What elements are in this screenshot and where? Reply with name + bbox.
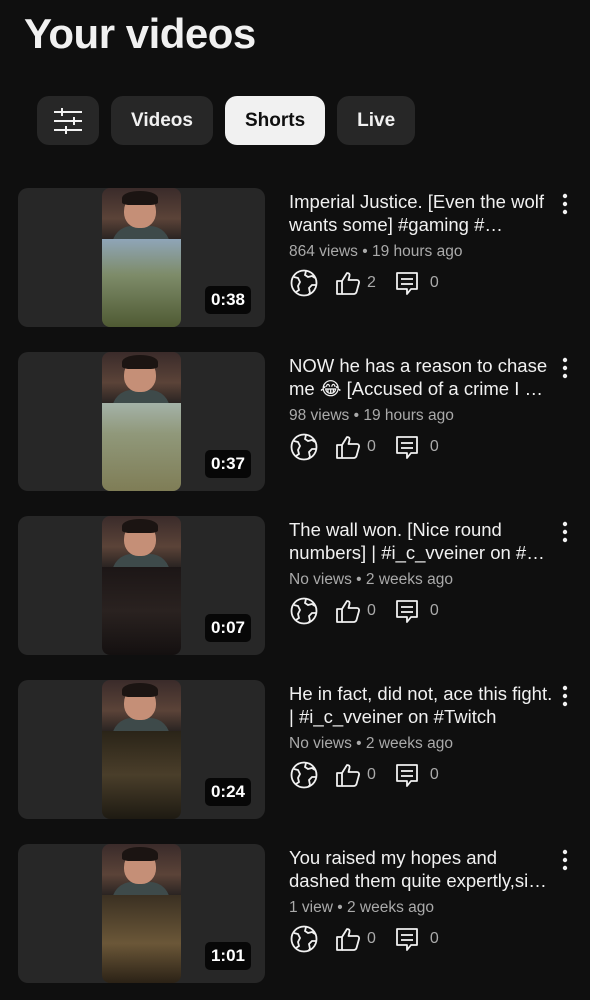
thumbnail-image <box>102 844 181 983</box>
video-info: Imperial Justice. [Even the wolf wants s… <box>289 190 553 298</box>
comment-icon[interactable] <box>394 270 420 296</box>
video-title[interactable]: Imperial Justice. [Even the wolf wants s… <box>289 190 553 236</box>
more-options-button[interactable] <box>556 848 574 872</box>
chip-videos[interactable]: Videos <box>111 96 213 145</box>
thumbs-up-icon[interactable] <box>335 926 361 952</box>
like-count: 0 <box>367 602 376 619</box>
video-stats: 0 0 <box>289 432 553 462</box>
duration-badge: 0:24 <box>204 778 251 806</box>
gameplay-frame <box>102 403 181 491</box>
duration-badge: 0:37 <box>204 450 251 478</box>
video-stats: 0 0 <box>289 760 553 790</box>
comment-count: 0 <box>429 930 439 947</box>
webcam-overlay <box>102 680 181 738</box>
webcam-overlay <box>102 844 181 902</box>
more-vert-icon <box>562 357 568 379</box>
comment-icon[interactable] <box>394 598 420 624</box>
video-row[interactable]: 0:07 The wall won. [Nice round numbers] … <box>0 516 590 680</box>
webcam-overlay <box>102 188 181 246</box>
video-thumbnail[interactable]: 0:24 <box>18 680 265 819</box>
video-thumbnail[interactable]: 0:38 <box>18 188 265 327</box>
video-title[interactable]: You raised my hopes and dashed them quit… <box>289 846 553 892</box>
video-list: 0:38 Imperial Justice. [Even the wolf wa… <box>0 188 590 1000</box>
comment-count: 0 <box>429 274 439 291</box>
comment-count: 0 <box>429 766 439 783</box>
like-count: 0 <box>367 438 376 455</box>
chip-shorts[interactable]: Shorts <box>224 96 326 145</box>
like-count: 0 <box>367 766 376 783</box>
comment-icon[interactable] <box>394 926 420 952</box>
duration-badge: 0:38 <box>204 286 251 314</box>
video-meta: No views • 2 weeks ago <box>289 735 453 752</box>
thumbs-up-icon[interactable] <box>335 762 361 788</box>
more-options-button[interactable] <box>556 356 574 380</box>
duration-badge: 0:07 <box>204 614 251 642</box>
comment-icon[interactable] <box>394 762 420 788</box>
thumbnail-image <box>102 680 181 819</box>
thumbs-up-icon[interactable] <box>335 434 361 460</box>
thumbs-up-icon[interactable] <box>335 598 361 624</box>
more-options-button[interactable] <box>556 192 574 216</box>
filter-chips: Videos Shorts Live <box>37 96 416 145</box>
more-options-button[interactable] <box>556 520 574 544</box>
page-title: Your videos <box>24 10 256 57</box>
globe-icon[interactable] <box>289 432 319 462</box>
gameplay-frame <box>102 895 181 983</box>
globe-icon[interactable] <box>289 760 319 790</box>
comment-count: 0 <box>429 602 439 619</box>
globe-icon[interactable] <box>289 924 319 954</box>
chip-live[interactable]: Live <box>337 96 416 145</box>
video-thumbnail[interactable]: 0:37 <box>18 352 265 491</box>
more-vert-icon <box>562 685 568 707</box>
sliders-icon <box>54 107 82 134</box>
thumbnail-image <box>102 352 181 491</box>
like-count: 2 <box>367 274 376 291</box>
more-vert-icon <box>562 849 568 871</box>
duration-badge: 1:01 <box>204 942 251 970</box>
filter-settings-button[interactable] <box>37 96 99 145</box>
gameplay-frame <box>102 239 181 327</box>
video-row[interactable]: 0:38 Imperial Justice. [Even the wolf wa… <box>0 188 590 352</box>
more-vert-icon <box>562 193 568 215</box>
video-row[interactable]: 1:01 You raised my hopes and dashed them… <box>0 844 590 1000</box>
gameplay-frame <box>102 731 181 819</box>
comment-count: 0 <box>429 438 439 455</box>
video-stats: 0 0 <box>289 596 553 626</box>
more-vert-icon <box>562 521 568 543</box>
video-meta: 98 views • 19 hours ago <box>289 407 454 424</box>
video-info: You raised my hopes and dashed them quit… <box>289 846 553 954</box>
video-info: NOW he has a reason to chase me 😂 [Accus… <box>289 354 553 462</box>
video-thumbnail[interactable]: 0:07 <box>18 516 265 655</box>
video-title[interactable]: NOW he has a reason to chase me 😂 [Accus… <box>289 354 553 400</box>
more-options-button[interactable] <box>556 684 574 708</box>
thumbnail-image <box>102 188 181 327</box>
video-row[interactable]: 0:37 NOW he has a reason to chase me 😂 [… <box>0 352 590 516</box>
webcam-overlay <box>102 352 181 410</box>
video-info: He in fact, did not, ace this fight. | #… <box>289 682 553 790</box>
video-info: The wall won. [Nice round numbers] | #i_… <box>289 518 553 626</box>
video-meta: 864 views • 19 hours ago <box>289 243 463 260</box>
video-row[interactable]: 0:24 He in fact, did not, ace this fight… <box>0 680 590 844</box>
video-title[interactable]: The wall won. [Nice round numbers] | #i_… <box>289 518 553 564</box>
thumbnail-image <box>102 516 181 655</box>
like-count: 0 <box>367 930 376 947</box>
globe-icon[interactable] <box>289 268 319 298</box>
thumbs-up-icon[interactable] <box>335 270 361 296</box>
gameplay-frame <box>102 567 181 655</box>
video-stats: 0 0 <box>289 924 553 954</box>
video-meta: No views • 2 weeks ago <box>289 571 453 588</box>
globe-icon[interactable] <box>289 596 319 626</box>
comment-icon[interactable] <box>394 434 420 460</box>
video-meta: 1 view • 2 weeks ago <box>289 899 435 916</box>
webcam-overlay <box>102 516 181 574</box>
video-thumbnail[interactable]: 1:01 <box>18 844 265 983</box>
video-stats: 2 0 <box>289 268 553 298</box>
video-title[interactable]: He in fact, did not, ace this fight. | #… <box>289 682 553 728</box>
